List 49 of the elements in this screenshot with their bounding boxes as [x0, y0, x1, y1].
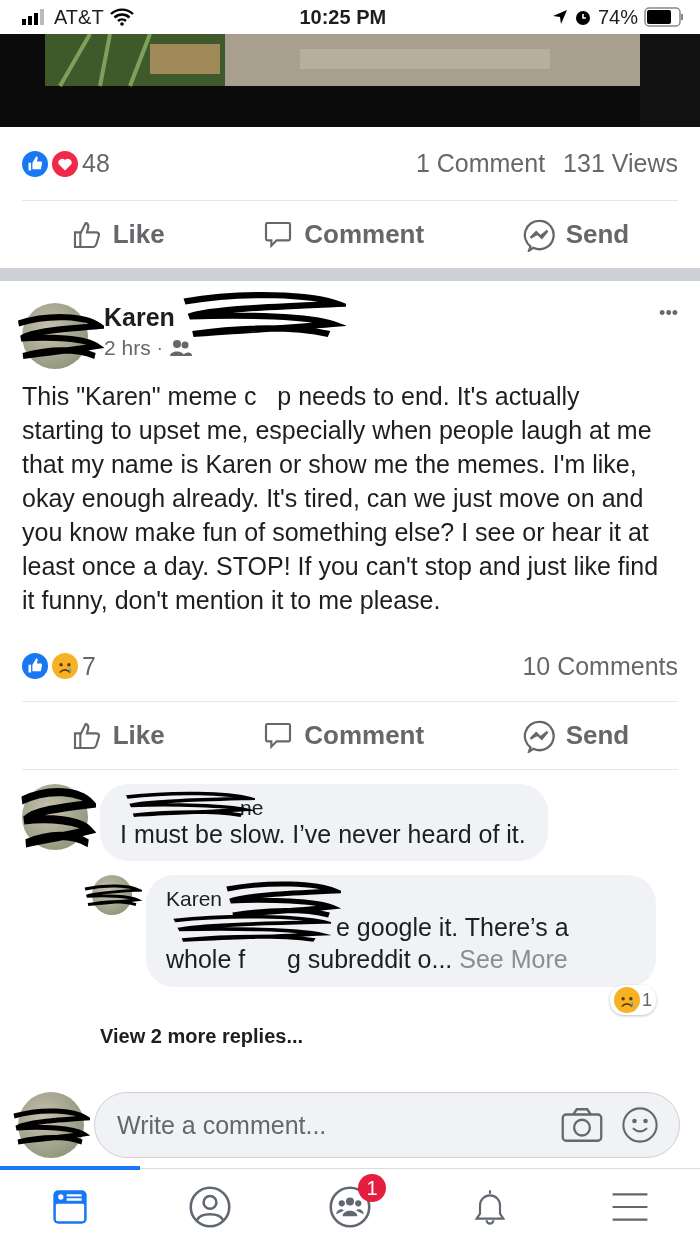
reaction-count: 7	[82, 651, 96, 681]
comment-field[interactable]: Write a comment...	[94, 1092, 680, 1158]
action-button[interactable]: Like	[70, 218, 165, 251]
action-button[interactable]: Comment	[262, 218, 425, 251]
like-reaction-icon	[22, 653, 48, 679]
view-more-replies-link[interactable]: View 2 more replies...	[100, 1025, 304, 1048]
tab[interactable]: 1	[280, 1166, 420, 1244]
battery-percent: 74%	[597, 5, 638, 29]
comment-input[interactable]: Write a comment...	[115, 1109, 543, 1141]
camera-icon[interactable]	[561, 1107, 603, 1143]
location-arrow-icon	[551, 9, 568, 25]
friends-icon	[168, 339, 193, 357]
news-feed-icon	[50, 1187, 90, 1227]
reaction-count: 1	[642, 989, 652, 1011]
post-time: 2 hrs	[104, 336, 151, 360]
separator-dot: ·	[156, 337, 163, 359]
action-button[interactable]: Like	[70, 719, 165, 752]
action-button[interactable]: Send	[521, 718, 630, 753]
sad-reaction-icon	[614, 987, 640, 1013]
heart-reaction-icon	[52, 150, 78, 177]
alarm-icon	[573, 8, 592, 26]
notification-badge: 1	[358, 1174, 386, 1202]
emoji-icon[interactable]	[621, 1106, 659, 1144]
sad-reaction-icon	[52, 653, 78, 679]
comment-count[interactable]: 10 Comments	[522, 651, 678, 681]
like-reaction-icon	[22, 150, 48, 177]
action-button[interactable]: Comment	[262, 719, 425, 752]
more-options-button[interactable]: •••	[659, 303, 678, 324]
comment-text: e google it. There’s a	[336, 913, 569, 941]
comment-count[interactable]: 1 Comment	[415, 149, 546, 178]
battery-icon	[644, 7, 684, 27]
action-button[interactable]: Send	[521, 217, 630, 252]
clock: 10:25 PM	[299, 5, 387, 29]
messenger-icon	[521, 718, 556, 753]
reaction-count: 48	[82, 149, 110, 178]
view-count: 131 Views	[563, 149, 678, 178]
reaction-pill[interactable]: 1	[610, 985, 656, 1015]
commenter-name[interactable]: Karen	[166, 887, 223, 910]
carrier: AT&T	[54, 5, 104, 29]
post-text: This "Karen" meme c p needs to end. It's actually starting to upset me, especially when people laugh at me that my name is Karen or show me the memes. I'm like, okay enough already. It's tired, can we just move on and you know make fun of something else? I see or hear it at least once a day. STOP! If you can't stop and just like find it funny, don't mention it to me please.	[21, 381, 660, 616]
menu-icon	[611, 1190, 649, 1224]
scribble-drawing	[82, 883, 142, 907]
see-more-link[interactable]: See More	[459, 943, 568, 975]
profile-icon	[188, 1185, 232, 1229]
comment-text: whole f g subreddit o...	[166, 944, 453, 975]
author-name[interactable]: Karen	[104, 303, 175, 331]
comment-text: I must be slow. I’ve never heard of it.	[120, 820, 526, 848]
wifi-icon	[109, 8, 134, 26]
messenger-icon	[521, 217, 556, 252]
